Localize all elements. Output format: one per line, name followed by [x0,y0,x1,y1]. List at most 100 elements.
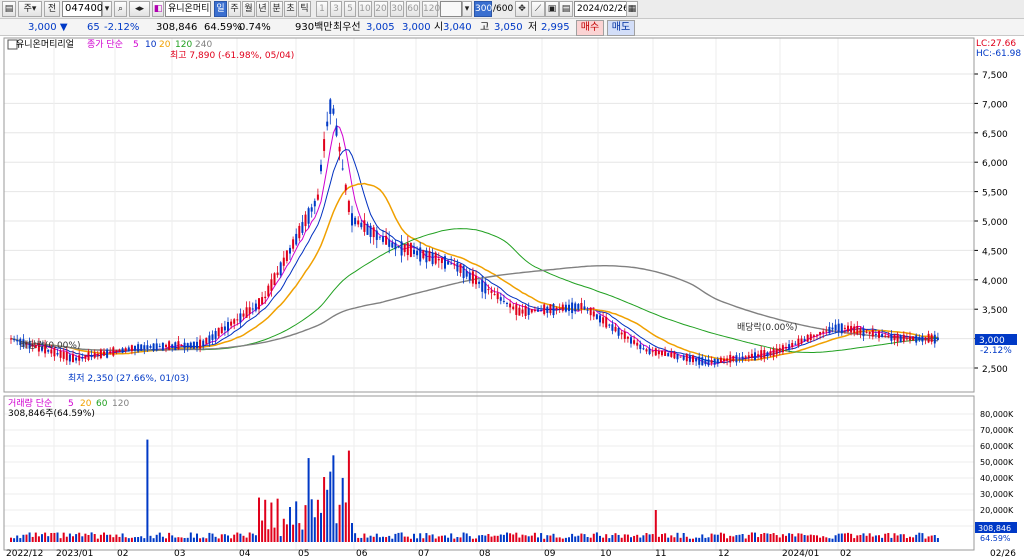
stock-info-icon[interactable]: ◧ [152,1,164,17]
minute-1[interactable]: 1 [316,1,328,17]
volume-bar [530,535,533,542]
period-week[interactable]: 주 [228,1,241,17]
high-label: 고 [480,22,490,33]
crosshair-icon[interactable]: ✥ [515,1,529,17]
candle-body [121,348,124,353]
market-select[interactable]: 전 [44,1,60,17]
mode-select[interactable]: 주▾ [18,1,42,17]
candle-body [310,207,313,212]
candle-body [264,296,267,299]
candle-body [440,257,443,264]
candle-body [493,294,496,296]
volume-bar [363,533,366,542]
candle-body [918,337,921,341]
volume-bar [233,534,236,542]
candle-body [168,341,171,350]
volume-bar [434,538,437,542]
candle-body [87,352,90,361]
volume-bar [31,536,34,542]
candle-body [329,99,332,114]
volume-bar [490,536,493,542]
volume-bar [571,533,574,542]
volume-bar [354,533,357,542]
candle-body [304,214,307,227]
candle-body [611,324,614,331]
candle-body [354,217,357,225]
minute-5[interactable]: 5 [344,1,356,17]
volume-bar [822,536,825,542]
volume-bar [109,534,112,542]
volume-bar [56,532,59,542]
ma-legend-period: 20 [159,40,171,50]
candle-body [899,335,902,343]
period-tick[interactable]: 틱 [298,1,311,17]
volume-legend-prefix: 거래량 단순 [8,397,52,409]
candle-body [595,314,598,319]
minute-120[interactable]: 120 [422,1,440,17]
volume-bar [422,538,425,542]
count-input[interactable]: 300 [474,1,492,17]
prev-next-icon[interactable]: ◂▸ [129,1,150,17]
dividend-annotation-1: 배당락(0.00%) [20,339,80,351]
candle-body [13,339,16,341]
code-input[interactable]: 047400 [62,1,103,17]
volume-bar [273,527,276,542]
date-input[interactable]: 2024/02/26 [574,1,629,17]
volume-bar [165,538,167,542]
settings-icon[interactable]: ▤ [559,1,573,17]
hc-label: HC:-61.98 [976,49,1021,59]
search-icon[interactable]: ⌕ [114,1,127,17]
minute-30[interactable]: 30 [390,1,404,17]
minute-20[interactable]: 20 [374,1,388,17]
candle-body [56,352,59,355]
volume-bar [636,534,639,542]
volume-bar [254,535,257,542]
candle-body [196,341,198,349]
candle-body [478,281,481,284]
candle-body [909,336,911,341]
period-year[interactable]: 년 [256,1,269,17]
volume-bar [208,532,211,542]
menu-icon[interactable]: ▤ [2,1,16,17]
minute-60[interactable]: 60 [406,1,420,17]
volume-bar [161,536,164,542]
volume-ratio: 64.59% [204,22,243,33]
period-month[interactable]: 월 [242,1,255,17]
volume-bar [496,535,499,542]
volume-bar [149,535,152,542]
volume-bar [878,535,880,542]
volume-bar [484,535,487,542]
volume-bar [453,538,456,542]
volume-bar [589,537,592,542]
candle-body [437,258,440,261]
stock-chart[interactable]: 2,500 3,000 3,500 4,000 4,500 5,000 5,500 6,000… [0,36,1024,558]
volume-bar [524,535,527,542]
minute-3[interactable]: 3 [330,1,342,17]
calendar-icon[interactable]: ▦ [626,1,638,17]
volume-bar [614,533,617,542]
volume-bar [521,534,524,542]
buy-button[interactable]: 매수 [576,20,604,36]
period-second[interactable]: 초 [284,1,297,17]
volume-bar [512,534,515,542]
minute-10[interactable]: 10 [358,1,372,17]
period-day[interactable]: 일 [214,1,227,17]
sell-button[interactable]: 매도 [607,20,635,36]
volume-bar [13,538,16,542]
candle-body [533,310,536,312]
custom-minute-input[interactable] [440,1,462,17]
custom-minute-dropdown-icon[interactable]: ▾ [462,1,472,17]
code-dropdown-icon[interactable]: ▾ [102,1,112,17]
candle-body [657,350,660,355]
volume-bar [506,532,508,542]
period-minute[interactable]: 분 [270,1,283,17]
save-icon[interactable]: ▣ [545,1,559,17]
candle-body [360,222,363,228]
candle-body [115,350,118,353]
line-tool-icon[interactable]: ⟋ [531,1,545,17]
date-axis-label: 2023/01 [56,549,93,558]
candle-body [130,345,133,352]
price-tick-label: 5,000 [982,218,1008,228]
volume-bar [196,533,198,542]
volume-bar [471,538,474,542]
